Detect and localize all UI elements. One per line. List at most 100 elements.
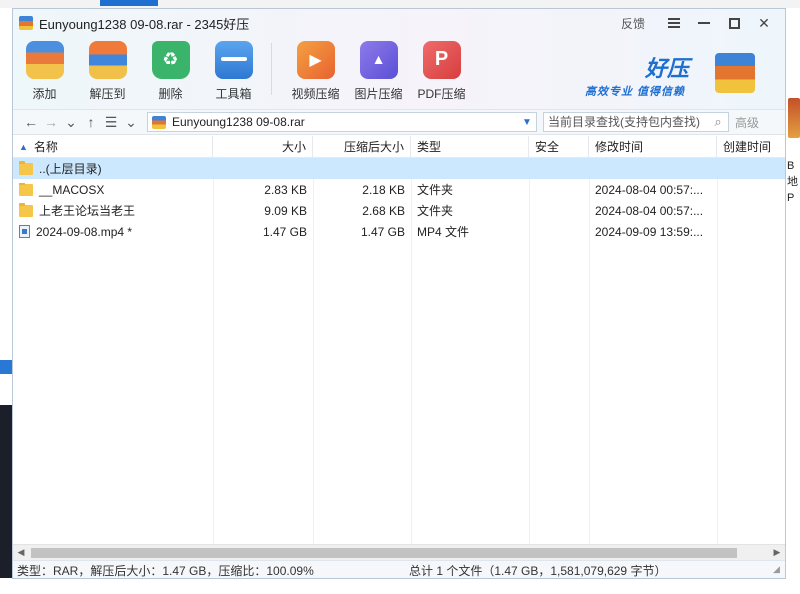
brand-banner: 好压 高效专业 值得信赖 xyxy=(585,49,755,99)
brand-logo-icon xyxy=(715,53,755,93)
folder-icon xyxy=(19,202,33,217)
row-modified: 2024-08-04 00:57:... xyxy=(595,203,704,218)
toolbar: 添加 解压到 删除 工具箱 视频压缩 图片压缩 xyxy=(13,37,473,105)
row-name: __MACOSX xyxy=(39,182,105,197)
pdf-compress-label: PDF压缩 xyxy=(417,87,466,101)
video-file-icon xyxy=(19,225,30,238)
extract-to-button[interactable]: 解压到 xyxy=(76,37,139,105)
history-dropdown-icon[interactable]: ⌄ xyxy=(61,114,81,131)
minimize-icon xyxy=(698,22,710,24)
resize-grip-icon[interactable]: ◢ xyxy=(773,564,785,576)
scroll-track[interactable] xyxy=(29,547,769,558)
status-archive-info: 类型：RAR，解压后大小：1.47 GB，压缩比：100.09% xyxy=(17,563,314,578)
add-button[interactable]: 添加 xyxy=(13,37,76,105)
row-size: 1.47 GB xyxy=(262,224,307,239)
window-controls: 反馈 ✕ xyxy=(621,13,779,33)
archive-icon xyxy=(152,115,166,129)
status-bar: 类型：RAR，解压后大小：1.47 GB，压缩比：100.09% 总计 1 个文… xyxy=(13,560,785,578)
extract-icon xyxy=(88,41,127,79)
row-name: ..(上层目录) xyxy=(39,162,102,176)
row-type: 文件夹 xyxy=(417,183,454,197)
brand-slogan: 高效专业 值得信赖 xyxy=(585,86,686,98)
table-row[interactable]: ..(上层目录) xyxy=(13,158,785,179)
path-dropdown-icon[interactable]: ▼ xyxy=(518,117,536,128)
row-name-cell: 2024-09-08.mp4 * xyxy=(13,225,213,239)
scroll-right-icon[interactable]: ▶ xyxy=(769,547,785,558)
extract-label: 解压到 xyxy=(89,87,126,101)
address-bar: ← → ⌄ ↑ ☰ ⌄ Eunyoung1238 09-08.rar ▼ ⌕ 高… xyxy=(13,109,785,135)
row-type: 文件夹 xyxy=(417,204,454,218)
row-compressed-size: 2.18 KB xyxy=(362,182,405,197)
desktop-active-tab xyxy=(100,0,158,6)
column-compressed-size[interactable]: 压缩后大小 xyxy=(313,136,411,157)
recycle-delete-icon xyxy=(151,41,190,79)
close-button[interactable]: ✕ xyxy=(749,13,779,33)
pdf-compress-button[interactable]: PDF压缩 xyxy=(410,37,473,105)
column-type[interactable]: 类型 xyxy=(411,136,529,157)
minimize-button[interactable] xyxy=(689,13,719,33)
column-created[interactable]: 创建时间 xyxy=(717,136,785,157)
add-label: 添加 xyxy=(32,87,57,101)
menu-icon xyxy=(668,18,680,28)
column-name[interactable]: ▲ 名称 xyxy=(13,136,213,157)
row-size: 2.83 KB xyxy=(264,182,307,197)
column-security[interactable]: 安全 xyxy=(529,136,589,157)
video-compress-icon xyxy=(296,41,335,79)
back-button[interactable]: ← xyxy=(21,114,41,130)
delete-button[interactable]: 删除 xyxy=(139,37,202,105)
scroll-thumb[interactable] xyxy=(31,547,737,558)
row-name-cell: ..(上层目录) xyxy=(13,160,213,177)
table-row[interactable]: 2024-09-08.mp4 * 1.47 GB 1.47 GB MP4 文件 … xyxy=(13,221,785,242)
folder-icon xyxy=(19,160,33,175)
image-compress-button[interactable]: 图片压缩 xyxy=(347,37,410,105)
desktop-left-dark xyxy=(0,405,12,594)
menu-button[interactable] xyxy=(659,13,689,33)
image-compress-label: 图片压缩 xyxy=(354,87,403,101)
row-name-cell: 上老王论坛当老王 xyxy=(13,202,213,219)
advanced-search-link[interactable]: 高级 xyxy=(735,114,759,131)
desktop-icon-label: B地 P xyxy=(787,160,798,204)
status-total: 总计 1 个文件（1.47 GB，1,581,079,629 字节） xyxy=(409,563,667,578)
row-modified: 2024-08-04 00:57:... xyxy=(595,182,704,197)
view-mode-icon[interactable]: ☰ xyxy=(101,114,121,131)
image-compress-icon xyxy=(359,41,398,79)
row-modified: 2024-09-09 13:59:... xyxy=(595,224,704,239)
desktop-right-strip xyxy=(786,8,800,594)
up-level-button[interactable]: ↑ xyxy=(81,114,101,130)
add-archive-icon xyxy=(25,41,64,79)
video-compress-label: 视频压缩 xyxy=(291,87,340,101)
view-dropdown-icon[interactable]: ⌄ xyxy=(121,114,141,131)
search-input[interactable] xyxy=(544,115,708,129)
archive-window: Eunyoung1238 09-08.rar - 2345好压 反馈 ✕ 添加 … xyxy=(12,8,786,579)
column-name-label: 名称 xyxy=(33,140,58,154)
maximize-button[interactable] xyxy=(719,13,749,33)
maximize-icon xyxy=(728,17,740,29)
table-row[interactable]: 上老王论坛当老王 9.09 KB 2.68 KB 文件夹 2024-08-04 … xyxy=(13,200,785,221)
toolbox-label: 工具箱 xyxy=(215,87,252,101)
video-compress-button[interactable]: 视频压缩 xyxy=(284,37,347,105)
search-icon[interactable]: ⌕ xyxy=(708,114,728,130)
row-compressed-size: 2.68 KB xyxy=(362,203,405,218)
row-compressed-size: 1.47 GB xyxy=(360,224,405,239)
row-name: 2024-09-08.mp4 * xyxy=(36,224,133,239)
table-row[interactable]: __MACOSX 2.83 KB 2.18 KB 文件夹 2024-08-04 … xyxy=(13,179,785,200)
column-header: ▲ 名称 大小 压缩后大小 类型 安全 修改时间 创建时间 xyxy=(13,136,785,158)
toolbox-button[interactable]: 工具箱 xyxy=(202,37,265,105)
forward-button[interactable]: → xyxy=(41,114,61,130)
file-rows: ..(上层目录) __MACOSX 2.83 KB 2.18 KB 文件夹 20… xyxy=(13,158,785,544)
scroll-left-icon[interactable]: ◀ xyxy=(13,547,29,558)
column-modified[interactable]: 修改时间 xyxy=(589,136,717,157)
desktop-bottom-strip xyxy=(0,578,800,594)
horizontal-scrollbar[interactable]: ◀ ▶ xyxy=(13,544,785,560)
row-name: 上老王论坛当老王 xyxy=(39,204,136,218)
toolbox-icon xyxy=(214,41,253,79)
feedback-link[interactable]: 反馈 xyxy=(621,15,645,32)
desktop-left-accent xyxy=(0,360,12,374)
row-type: MP4 文件 xyxy=(417,225,470,239)
column-size[interactable]: 大小 xyxy=(213,136,313,157)
file-list: ▲ 名称 大小 压缩后大小 类型 安全 修改时间 创建时间 ..(上层目录) _… xyxy=(13,136,785,544)
path-text: Eunyoung1238 09-08.rar xyxy=(172,115,305,129)
folder-icon xyxy=(19,182,33,196)
desktop-app-icon[interactable] xyxy=(788,98,800,138)
path-field[interactable]: Eunyoung1238 09-08.rar ▼ xyxy=(147,112,537,132)
